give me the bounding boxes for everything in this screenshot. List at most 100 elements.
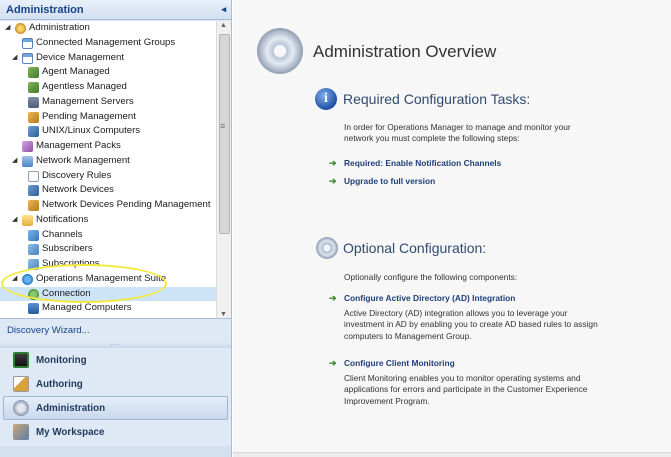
expander-icon[interactable]: ◢ xyxy=(12,154,17,169)
oms-icon xyxy=(22,273,33,285)
agent-icon xyxy=(28,82,39,93)
subscriber-icon xyxy=(28,244,39,256)
tree-item-label: Device Management xyxy=(36,51,124,63)
task-label: Configure Client Monitoring xyxy=(344,358,455,368)
wunderbar-monitoring[interactable]: Monitoring xyxy=(3,348,228,372)
navigation-pane-title: Administration xyxy=(6,3,84,16)
task-label: Required: Enable Notification Channels xyxy=(344,158,502,168)
configure-ad-integration-link[interactable]: ➔ Configure Active Directory (AD) Integr… xyxy=(329,293,515,303)
authoring-icon xyxy=(13,376,29,392)
collapse-pane-icon[interactable]: ◂ xyxy=(221,4,226,15)
tree-item-agentless-managed[interactable]: Agentless Managed xyxy=(0,80,216,95)
navigation-pane: Administration ◂ ◢ Administration Connec… xyxy=(0,0,232,457)
tree-item-discovery-rules[interactable]: Discovery Rules xyxy=(0,169,216,184)
administration-icon xyxy=(13,400,29,416)
configure-client-monitoring-link[interactable]: ➔ Configure Client Monitoring xyxy=(329,358,455,368)
green-arrow-icon: ➔ xyxy=(329,175,337,186)
tree-item-label: Subscribers xyxy=(42,243,93,255)
pending-icon xyxy=(28,200,39,211)
optional-gear-icon xyxy=(316,237,338,259)
tree-item-network-devices[interactable]: Network Devices xyxy=(0,183,216,198)
tree-item-label: Channels xyxy=(42,228,83,240)
wunderbar-label: Authoring xyxy=(36,378,83,390)
task-label: Upgrade to full version xyxy=(344,176,436,186)
tree-item-managed-computers[interactable]: Managed Computers xyxy=(0,301,216,316)
required-config-heading: Required Configuration Tasks: xyxy=(343,91,531,107)
wunderbar-authoring[interactable]: Authoring xyxy=(3,372,228,396)
discovery-wizard-link[interactable]: Discovery Wizard... xyxy=(7,325,90,336)
tree-item-connection[interactable]: Connection xyxy=(0,286,216,302)
scroll-down-icon[interactable]: ▼ xyxy=(220,311,227,318)
tree-item-pending-management[interactable]: Pending Management xyxy=(0,110,216,125)
tree-item-label: Network Devices xyxy=(42,184,114,196)
enable-notification-channels-link[interactable]: ➔ Required: Enable Notification Channels xyxy=(329,158,501,168)
required-config-intro: In order for Operations Manager to manag… xyxy=(344,122,571,144)
tree-item-administration[interactable]: ◢ Administration xyxy=(0,21,216,36)
tree-item-notifications[interactable]: ◢ Notifications xyxy=(0,213,216,228)
computers-icon xyxy=(28,303,39,315)
expander-icon[interactable]: ◢ xyxy=(12,272,17,287)
content-horizontal-scrollbar[interactable] xyxy=(233,452,671,457)
tree-item-label: Discovery Rules xyxy=(42,169,112,181)
tree-item-label: Pending Management xyxy=(42,110,136,122)
tree-item-label: Connection xyxy=(42,287,91,299)
wunderbar-label: My Workspace xyxy=(36,426,105,438)
tree-item-channels[interactable]: Channels xyxy=(0,228,216,243)
tree-item-device-management[interactable]: ◢ Device Management xyxy=(0,51,216,66)
window-icon xyxy=(22,52,33,64)
optional-config-intro: Optionally configure the following compo… xyxy=(344,272,518,282)
page-title: Administration Overview xyxy=(313,42,497,61)
green-arrow-icon: ➔ xyxy=(329,292,337,303)
tree-item-connected-management-groups[interactable]: Connected Management Groups xyxy=(0,36,216,51)
tree-item-unix-linux-computers[interactable]: UNIX/Linux Computers xyxy=(0,124,216,139)
folder-icon xyxy=(22,214,33,226)
expander-icon[interactable]: ◢ xyxy=(12,213,17,228)
expander-icon[interactable]: ◢ xyxy=(5,21,10,36)
gear-icon xyxy=(15,23,26,34)
administration-overview-pane: Administration Overview i Required Confi… xyxy=(233,0,671,457)
navigation-pane-header: Administration ◂ xyxy=(0,0,231,20)
tree-rows: ◢ Administration Connected Management Gr… xyxy=(0,21,216,316)
info-icon: i xyxy=(315,88,337,110)
tree-item-label: Management Packs xyxy=(36,140,121,151)
tree-item-label: Managed Computers xyxy=(42,302,132,314)
upgrade-full-version-link[interactable]: ➔ Upgrade to full version xyxy=(329,176,435,186)
tree-item-subscribers[interactable]: Subscribers xyxy=(0,242,216,257)
tree-item-label: Connected Management Groups xyxy=(36,36,176,48)
monitoring-icon xyxy=(13,352,29,368)
device-icon xyxy=(28,126,39,138)
task-label: Configure Active Directory (AD) Integrat… xyxy=(344,293,516,303)
tree-item-network-devices-pending-management[interactable]: Network Devices Pending Management xyxy=(0,198,216,213)
wunderbar-label: Administration xyxy=(36,402,106,414)
green-arrow-icon: ➔ xyxy=(329,157,337,168)
device-icon xyxy=(28,185,39,197)
scrollbar-thumb[interactable] xyxy=(219,34,230,234)
green-arrow-icon: ➔ xyxy=(329,357,337,368)
ad-integration-description: Active Directory (AD) integration allows… xyxy=(344,308,598,341)
tree-item-subscriptions[interactable]: Subscriptions xyxy=(0,257,216,272)
tree-item-label: Subscriptions xyxy=(42,258,100,269)
tree-item-operations-management-suite[interactable]: ◢ Operations Management Suite xyxy=(0,272,216,287)
scrollbar-grip-icon: ≡ xyxy=(220,121,226,131)
admin-tree: ◢ Administration Connected Management Gr… xyxy=(0,21,231,319)
expander-icon[interactable]: ◢ xyxy=(12,51,17,66)
tree-item-management-servers[interactable]: Management Servers xyxy=(0,95,216,110)
wunderbar-my-workspace[interactable]: My Workspace xyxy=(3,420,228,444)
tree-item-label: Administration xyxy=(29,22,90,33)
tree-item-network-management[interactable]: ◢ Network Management xyxy=(0,154,216,169)
tree-item-management-packs[interactable]: Management Packs xyxy=(0,139,216,154)
tree-vertical-scrollbar[interactable]: ▲ ≡ ▼ xyxy=(216,21,231,318)
wunderbar-administration[interactable]: Administration xyxy=(3,396,228,420)
document-icon xyxy=(28,170,39,182)
connection-icon xyxy=(28,288,39,300)
client-monitoring-description: Client Monitoring enables you to monitor… xyxy=(344,373,588,406)
my-workspace-icon xyxy=(13,424,29,440)
scroll-up-icon[interactable]: ▲ xyxy=(220,22,227,29)
navigation-pane-footer xyxy=(0,446,231,457)
server-icon xyxy=(28,96,39,108)
pending-icon xyxy=(28,111,39,123)
tree-item-label: UNIX/Linux Computers xyxy=(42,125,141,137)
tree-item-label: Network Devices Pending Management xyxy=(42,199,211,210)
tree-item-agent-managed[interactable]: Agent Managed xyxy=(0,65,216,80)
tree-item-label: Agent Managed xyxy=(42,66,110,78)
